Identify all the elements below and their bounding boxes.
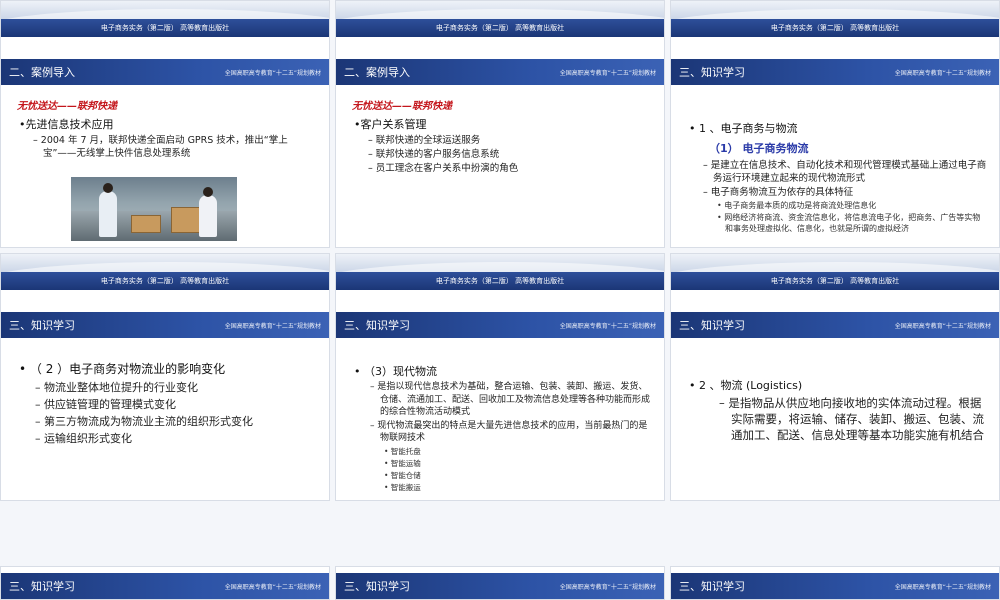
- sub-bullet: – 运输组织形式变化: [35, 432, 132, 445]
- sub-bullet: – 电子商务物流互为依存的具体特征: [703, 187, 854, 198]
- subsection-title: （1） 电子商务物流: [709, 142, 809, 155]
- bullet: •客户关系管理: [354, 118, 427, 131]
- detail-bullet: • 智能仓储: [384, 470, 421, 480]
- sub-bullet: – 联邦快递的全球运送服务: [368, 135, 481, 146]
- section-title: 三、知识学习: [344, 580, 410, 593]
- slide-banner: 电子商务实务（第二版） 高等教育出版社: [1, 1, 329, 37]
- bullet: • 1 、电子商务与物流: [689, 122, 798, 135]
- banner-publisher-text: 电子商务实务（第二版） 高等教育出版社: [1, 272, 329, 290]
- banner-publisher-text: 电子商务实务（第二版） 高等教育出版社: [336, 19, 664, 37]
- section-title: 二、案例导入: [344, 66, 410, 79]
- sub-bullet: – 供应链管理的管理模式变化: [35, 398, 176, 411]
- section-title: 三、知识学习: [679, 319, 745, 332]
- detail-bullet: • 智能运输: [384, 458, 421, 468]
- slide-title-bar: 二、案例导入 全国高职高专教育“十二五”规划教材: [336, 59, 664, 85]
- bullet: •先进信息技术应用: [19, 118, 114, 131]
- sub-bullet: – 员工理念在客户关系中扮演的角色: [368, 163, 519, 174]
- bullet: • （3）现代物流: [354, 365, 437, 378]
- textbook-note: 全国高职高专教育“十二五”规划教材: [894, 583, 991, 591]
- sub-bullet: – 是建立在信息技术、自动化技术和现代管理模式基础上通过电子商务运行环境建立起来…: [703, 160, 987, 184]
- slide-title-bar: 二、案例导入 全国高职高专教育“十二五”规划教材: [1, 59, 329, 85]
- textbook-note: 全国高职高专教育“十二五”规划教材: [224, 322, 321, 330]
- sub-bullet: – 物流业整体地位提升的行业变化: [35, 381, 198, 394]
- banner-publisher-text: 电子商务实务（第二版） 高等教育出版社: [671, 19, 999, 37]
- warehouse-workers-photo: [71, 177, 237, 241]
- section-title: 三、知识学习: [9, 580, 75, 593]
- textbook-note: 全国高职高专教育“十二五”规划教材: [894, 322, 991, 330]
- detail-bullet: • 网络经济将商流、资金流信息化，将信息流电子化，把商务、广告等实物和事务处理虚…: [717, 213, 981, 233]
- slide-banner: 电子商务实务（第二版） 高等教育出版社: [671, 1, 999, 37]
- slide-title-bar: 三、知识学习 全国高职高专教育“十二五”规划教材: [336, 573, 664, 599]
- textbook-note: 全国高职高专教育“十二五”规划教材: [559, 322, 656, 330]
- sub-bullet: – 是指物品从供应地向接收地的实体流动过程。根据实际需要，将运输、储存、装卸、搬…: [719, 396, 984, 442]
- slide-thumbnail-5[interactable]: 电子商务实务（第二版） 高等教育出版社 三、知识学习 全国高职高专教育“十二五”…: [335, 253, 665, 501]
- section-title: 三、知识学习: [9, 319, 75, 332]
- slide-body: • 1 、电子商务与物流 （1） 电子商务物流 – 是建立在信息技术、自动化技术…: [671, 117, 999, 235]
- textbook-note: 全国高职高专教育“十二五”规划教材: [894, 69, 991, 77]
- section-title: 二、案例导入: [9, 66, 75, 79]
- bullet: • （ 2 ）电子商务对物流业的影响变化: [19, 362, 226, 376]
- textbook-note: 全国高职高专教育“十二五”规划教材: [224, 583, 321, 591]
- detail-bullet: • 智能托盘: [384, 446, 421, 456]
- slide-body: 无忧送达——联邦快递 •客户关系管理 – 联邦快递的全球运送服务 – 联邦快递的…: [336, 91, 664, 176]
- slide-thumbnail-3[interactable]: 电子商务实务（第二版） 高等教育出版社 三、知识学习 全国高职高专教育“十二五”…: [670, 0, 1000, 248]
- section-title: 三、知识学习: [344, 319, 410, 332]
- slide-body: • （3）现代物流 – 是指以现代信息技术为基础，整合运输、包装、装卸、搬运、发…: [336, 360, 664, 494]
- sub-bullet: – 联邦快递的客户服务信息系统: [368, 149, 500, 160]
- slide-banner: 电子商务实务（第二版） 高等教育出版社: [336, 1, 664, 37]
- banner-publisher-text: 电子商务实务（第二版） 高等教育出版社: [1, 19, 329, 37]
- slide-banner: 电子商务实务（第二版） 高等教育出版社: [671, 254, 999, 290]
- slide-title-bar: 三、知识学习 全国高职高专教育“十二五”规划教材: [671, 573, 999, 599]
- banner-publisher-text: 电子商务实务（第二版） 高等教育出版社: [336, 272, 664, 290]
- section-title: 三、知识学习: [679, 66, 745, 79]
- textbook-note: 全国高职高专教育“十二五”规划教材: [224, 69, 321, 77]
- slide-thumbnail-9[interactable]: 三、知识学习 全国高职高专教育“十二五”规划教材: [670, 566, 1000, 600]
- slide-title-bar: 三、知识学习 全国高职高专教育“十二五”规划教材: [1, 573, 329, 599]
- banner-publisher-text: 电子商务实务（第二版） 高等教育出版社: [671, 272, 999, 290]
- slide-thumbnail-8[interactable]: 三、知识学习 全国高职高专教育“十二五”规划教材: [335, 566, 665, 600]
- detail-bullet: • 智能搬运: [384, 482, 421, 492]
- textbook-note: 全国高职高专教育“十二五”规划教材: [559, 583, 656, 591]
- slide-title-bar: 三、知识学习 全国高职高专教育“十二五”规划教材: [671, 59, 999, 85]
- slide-body: • （ 2 ）电子商务对物流业的影响变化 – 物流业整体地位提升的行业变化 – …: [1, 354, 329, 448]
- slide-title-bar: 三、知识学习 全国高职高专教育“十二五”规划教材: [336, 312, 664, 338]
- slide-banner: 电子商务实务（第二版） 高等教育出版社: [1, 254, 329, 290]
- slide-thumbnail-7[interactable]: 三、知识学习 全国高职高专教育“十二五”规划教材: [0, 566, 330, 600]
- slide-thumbnail-1[interactable]: 电子商务实务（第二版） 高等教育出版社 二、案例导入 全国高职高专教育“十二五”…: [0, 0, 330, 248]
- slide-title-bar: 三、知识学习 全国高职高专教育“十二五”规划教材: [671, 312, 999, 338]
- slide-body: 无忧送达——联邦快递 •先进信息技术应用 – 2004 年 7 月，联邦快递全面…: [1, 91, 329, 161]
- sub-bullet: – 第三方物流成为物流业主流的组织形式变化: [35, 415, 253, 428]
- section-title: 三、知识学习: [679, 580, 745, 593]
- slide-thumbnail-4[interactable]: 电子商务实务（第二版） 高等教育出版社 三、知识学习 全国高职高专教育“十二五”…: [0, 253, 330, 501]
- case-title: 无忧送达——联邦快递: [17, 101, 117, 112]
- slide-thumbnail-2[interactable]: 电子商务实务（第二版） 高等教育出版社 二、案例导入 全国高职高专教育“十二五”…: [335, 0, 665, 248]
- detail-bullet: • 电子商务最本质的成功是将商流处理信息化: [717, 201, 877, 210]
- slide-banner: 电子商务实务（第二版） 高等教育出版社: [336, 254, 664, 290]
- sub-bullet: – 2004 年 7 月，联邦快递全面启动 GPRS 技术，推出“掌上宝”——无…: [33, 135, 288, 159]
- sub-bullet: – 是指以现代信息技术为基础，整合运输、包装、装卸、搬运、发货、仓储、流通加工、…: [370, 382, 651, 417]
- slide-thumbnail-6[interactable]: 电子商务实务（第二版） 高等教育出版社 三、知识学习 全国高职高专教育“十二五”…: [670, 253, 1000, 501]
- sub-bullet: – 现代物流最突出的特点是大量先进信息技术的应用，当前最热门的是物联网技术: [370, 420, 648, 444]
- case-title: 无忧送达——联邦快递: [352, 101, 452, 112]
- slide-title-bar: 三、知识学习 全国高职高专教育“十二五”规划教材: [1, 312, 329, 338]
- textbook-note: 全国高职高专教育“十二五”规划教材: [559, 69, 656, 77]
- bullet: • 2 、物流 (Logistics): [689, 379, 803, 392]
- slide-body: • 2 、物流 (Logistics) – 是指物品从供应地向接收地的实体流动过…: [671, 374, 999, 443]
